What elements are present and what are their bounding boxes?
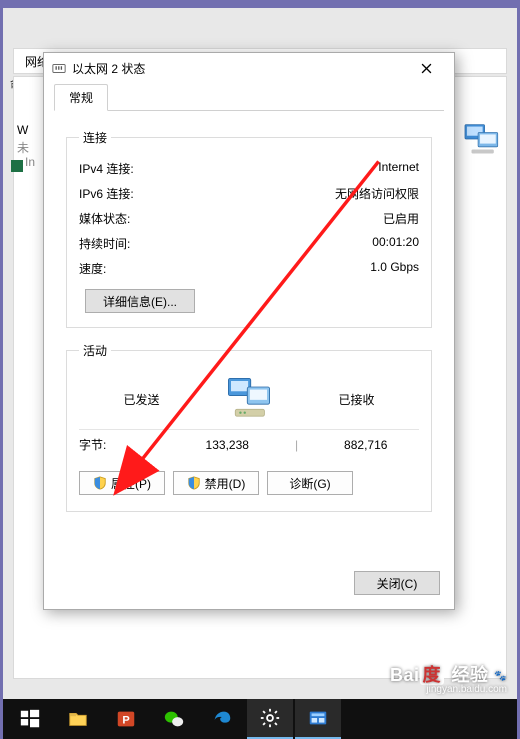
- dialog-title: 以太网 2 状态: [72, 60, 145, 77]
- diagnose-button-label: 诊断(G): [289, 475, 330, 492]
- start-button[interactable]: [7, 699, 53, 739]
- divider: [79, 429, 419, 430]
- duration-value: 00:01:20: [372, 235, 419, 252]
- details-button[interactable]: 详细信息(E)...: [85, 289, 195, 313]
- close-button[interactable]: 关闭(C): [354, 571, 440, 595]
- taskbar: P: [3, 699, 517, 739]
- taskbar-settings[interactable]: [247, 699, 293, 739]
- activity-group: 活动 已发送 已接收 字节:: [66, 342, 432, 512]
- ethernet-icon: [52, 61, 66, 75]
- close-icon[interactable]: [406, 54, 446, 82]
- svg-text:P: P: [122, 715, 129, 727]
- taskbar-edge[interactable]: [199, 699, 245, 739]
- shield-icon: [187, 476, 201, 490]
- network-computers-icon: [461, 118, 503, 160]
- bg-vendor: In: [25, 155, 35, 169]
- speed-value: 1.0 Gbps: [370, 260, 419, 277]
- diagnose-button[interactable]: 诊断(G): [267, 471, 353, 495]
- excel-icon: [11, 160, 23, 172]
- taskbar-wechat[interactable]: [151, 699, 197, 739]
- speed-label: 速度:: [79, 260, 106, 277]
- activity-icon: [204, 375, 294, 423]
- bytes-sent-value: 133,238: [174, 438, 281, 452]
- taskbar-control-panel[interactable]: [295, 699, 341, 739]
- watermark-url: jingyan.baidu.com: [390, 685, 507, 696]
- ipv4-value: Internet: [378, 160, 419, 177]
- ipv6-value: 无网络访问权限: [335, 185, 419, 202]
- activity-legend: 活动: [79, 342, 111, 359]
- bg-unidentified: 未: [17, 139, 29, 156]
- bg-adapter-name: W: [17, 123, 28, 137]
- ipv6-label: IPv6 连接:: [79, 185, 134, 202]
- bytes-recv-value: 882,716: [313, 438, 420, 452]
- ethernet-status-dialog: 以太网 2 状态 常规 连接 IPv4 连接: Internet IPv6 连接…: [43, 52, 455, 610]
- received-label: 已接收: [294, 391, 419, 408]
- duration-label: 持续时间:: [79, 235, 130, 252]
- tab-strip: 常规: [54, 85, 444, 111]
- bytes-label: 字节:: [79, 436, 174, 453]
- taskbar-file-explorer[interactable]: [55, 699, 101, 739]
- connection-legend: 连接: [79, 129, 111, 146]
- pipe: |: [281, 438, 313, 452]
- properties-button[interactable]: 属性(P): [79, 471, 165, 495]
- connection-group: 连接 IPv4 连接: Internet IPv6 连接: 无网络访问权限 媒体…: [66, 129, 432, 328]
- media-value: 已启用: [383, 210, 419, 227]
- titlebar[interactable]: 以太网 2 状态: [44, 53, 454, 83]
- tab-general[interactable]: 常规: [54, 84, 108, 111]
- disable-button[interactable]: 禁用(D): [173, 471, 259, 495]
- ipv4-label: IPv4 连接:: [79, 160, 134, 177]
- sent-label: 已发送: [79, 391, 204, 408]
- media-label: 媒体状态:: [79, 210, 130, 227]
- properties-button-label: 属性(P): [111, 475, 151, 492]
- disable-button-label: 禁用(D): [205, 475, 246, 492]
- taskbar-powerpoint[interactable]: P: [103, 699, 149, 739]
- shield-icon: [93, 476, 107, 490]
